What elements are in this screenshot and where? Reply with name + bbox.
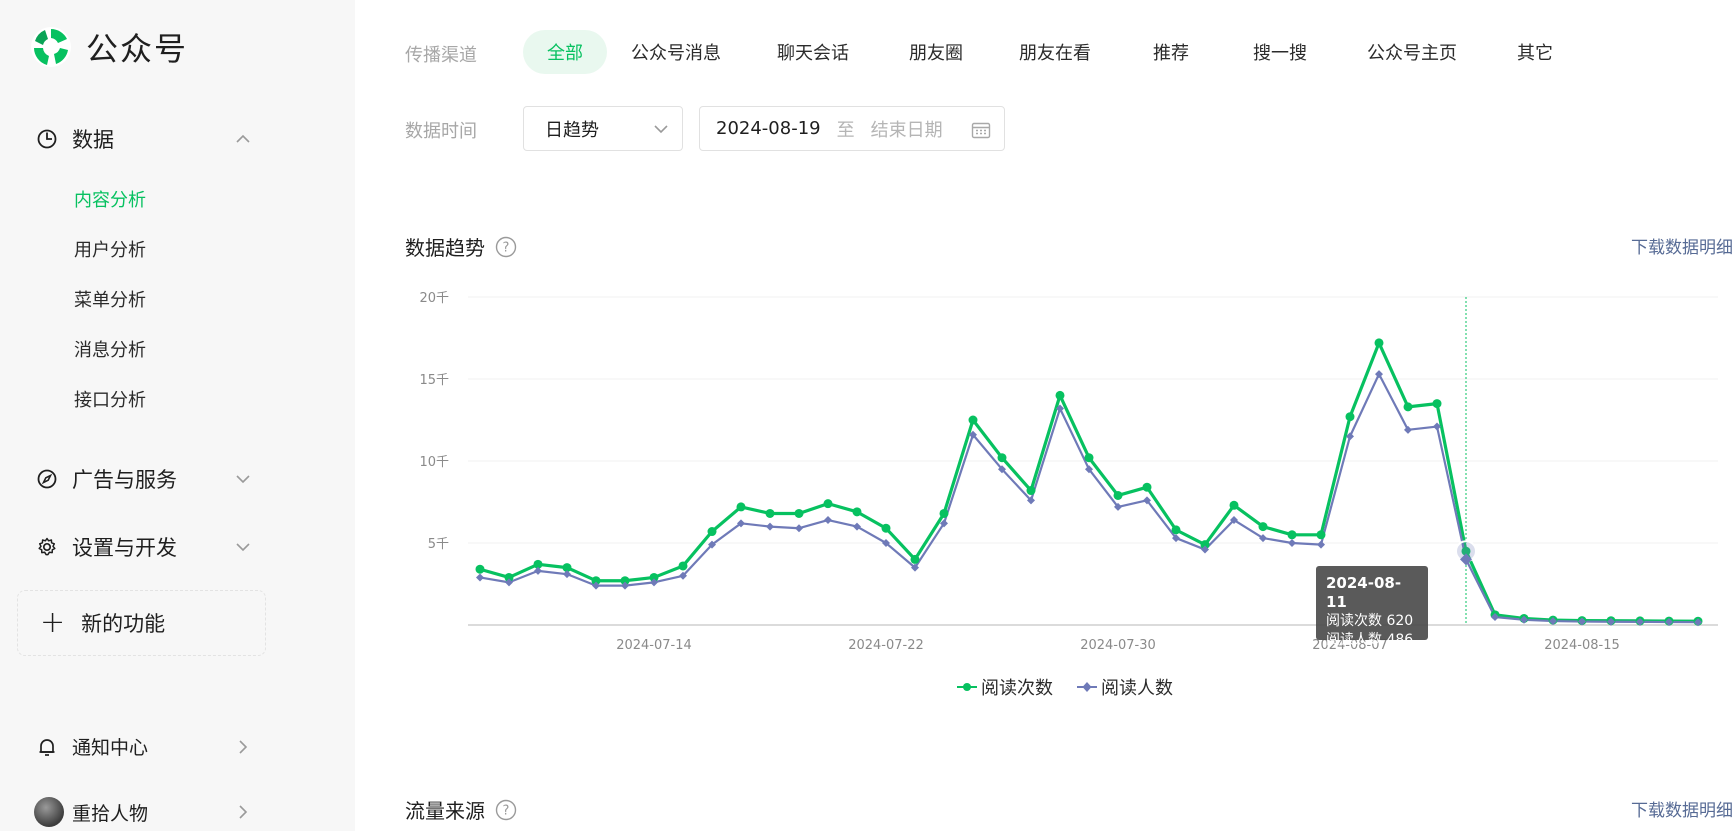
chevron-right-icon <box>239 805 248 819</box>
app-logo[interactable]: 公众号 <box>30 24 188 70</box>
sidebar-item-menu-analysis[interactable]: 菜单分析 <box>74 286 146 312</box>
plus-icon: + <box>40 605 66 640</box>
data-point-reads <box>1229 500 1239 510</box>
data-point-readers <box>534 566 542 575</box>
data-point-reads <box>997 453 1007 463</box>
wechat-official-account-logo-icon <box>31 27 71 67</box>
legend-label-readers: 阅读人数 <box>1101 678 1173 699</box>
chevron-down-icon <box>236 475 250 484</box>
chart-legend: 阅读次数 阅读人数 <box>957 674 1197 700</box>
nav-notification-center[interactable]: 通知中心 <box>36 733 248 760</box>
data-point-readers <box>795 524 803 533</box>
chevron-down-icon <box>236 543 250 552</box>
nav-data[interactable]: 数据 <box>36 124 250 154</box>
data-point-readers <box>1404 425 1412 434</box>
account-name: 重拾人物 <box>72 802 149 825</box>
tooltip-readers: 阅读人数 486 <box>1326 632 1414 648</box>
legend-circle-icon <box>957 683 977 691</box>
data-point-reads <box>823 499 833 509</box>
account-menu[interactable]: 重拾人物 <box>34 797 248 827</box>
data-point-readers <box>563 570 571 579</box>
x-tick-label: 2024-07-22 <box>848 638 924 653</box>
legend-item-reads[interactable]: 阅读次数 <box>957 674 1053 700</box>
data-point-reads <box>1084 453 1094 463</box>
avatar <box>34 797 64 827</box>
data-point-reads <box>852 507 862 517</box>
sidebar-item-api-analysis[interactable]: 接口分析 <box>74 386 146 412</box>
legend-item-readers[interactable]: 阅读人数 <box>1077 674 1173 700</box>
x-tick-label: 2024-07-14 <box>616 638 692 653</box>
data-point-readers <box>1317 540 1325 549</box>
data-point-reads <box>678 561 688 571</box>
data-point-reads <box>1316 530 1326 540</box>
series-line-readers <box>479 372 1699 624</box>
x-tick-label: 2024-07-30 <box>1080 638 1156 653</box>
data-point-reads <box>881 523 891 533</box>
tooltip-date: 2024-08-11 <box>1326 574 1402 611</box>
y-tick-label: 20千 <box>419 291 449 306</box>
data-point-reads <box>939 508 949 518</box>
legend-label-reads: 阅读次数 <box>981 678 1053 699</box>
data-point-reads <box>707 527 717 537</box>
data-point-readers <box>1375 370 1383 379</box>
data-point-reads <box>765 508 775 518</box>
data-point-reads <box>794 508 804 518</box>
data-point-reads <box>475 564 485 574</box>
chart-tooltip: 2024-08-11 阅读次数 620 阅读人数 486 <box>1316 566 1428 648</box>
app-title: 公众号 <box>86 30 189 68</box>
new-feature-label: 新的功能 <box>81 612 166 636</box>
data-point-readers <box>1288 539 1296 547</box>
data-point-reads <box>1142 482 1152 492</box>
data-point-readers <box>476 573 484 582</box>
y-tick-label: 5千 <box>428 537 449 552</box>
x-tick-label: 2024-08-15 <box>1544 638 1620 653</box>
new-feature-button[interactable]: + 新的功能 <box>17 590 266 656</box>
data-point-reads <box>1287 530 1297 540</box>
data-point-reads <box>736 502 746 512</box>
compass-icon <box>37 469 57 489</box>
bell-icon <box>39 738 55 756</box>
legend-diamond-icon <box>1077 682 1097 692</box>
data-point-readers <box>824 516 832 525</box>
data-point-reads <box>968 415 978 425</box>
sidebar: 公众号 数据 内容分析 用户分析 菜单分析 消息分析 接口分析 广告与服务 设置… <box>0 0 355 831</box>
data-point-reads <box>1026 486 1036 496</box>
nav-settings-label: 设置与开发 <box>72 536 177 560</box>
nav-data-label: 数据 <box>72 128 114 152</box>
data-point-reads <box>1345 412 1355 422</box>
gear-icon <box>38 537 56 556</box>
data-point-reads <box>1432 399 1442 409</box>
sidebar-item-message-analysis[interactable]: 消息分析 <box>74 336 146 362</box>
data-point-reads <box>1374 338 1384 348</box>
sidebar-item-user-analysis[interactable]: 用户分析 <box>74 236 146 262</box>
data-point-readers <box>766 522 774 531</box>
chevron-up-icon <box>236 134 250 143</box>
tooltip-reads: 阅读次数 620 <box>1326 613 1414 629</box>
data-point-reads <box>1055 390 1065 400</box>
data-point-reads <box>1171 525 1181 535</box>
nav-ads-services[interactable]: 广告与服务 <box>36 464 250 494</box>
data-point-reads <box>1258 522 1268 532</box>
trend-line-chart: 5千 10千 15千 20千 2024-07-14 2024-07-22 2024-07-3… <box>419 291 1718 653</box>
y-tick-label: 10千 <box>419 455 449 470</box>
sidebar-item-content-analysis[interactable]: 内容分析 <box>74 186 146 212</box>
nav-ads-label: 广告与服务 <box>72 468 177 492</box>
chevron-right-icon <box>239 739 248 754</box>
data-point-reads <box>1403 402 1413 412</box>
nav-settings-dev[interactable]: 设置与开发 <box>36 532 250 562</box>
data-point-reads <box>910 554 920 564</box>
y-tick-label: 15千 <box>419 373 449 388</box>
data-point-reads <box>1113 490 1123 500</box>
notification-label: 通知中心 <box>72 737 149 759</box>
pie-chart-icon <box>37 129 57 149</box>
